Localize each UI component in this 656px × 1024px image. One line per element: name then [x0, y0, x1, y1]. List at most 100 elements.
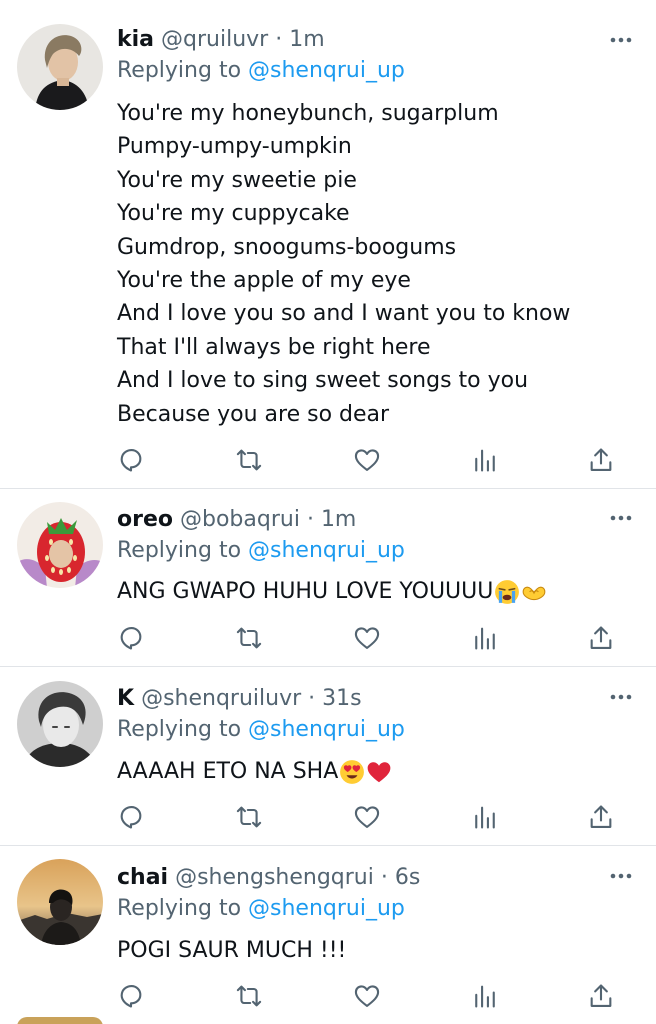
analytics-icon	[475, 627, 495, 650]
heart-hands-icon	[522, 586, 546, 601]
tweet-3[interactable]: K @shenqruiluvr · 31s Replying to @shenq…	[0, 667, 656, 846]
reply-icon	[120, 985, 142, 1008]
tweet-actions	[0, 624, 656, 654]
tweet-text-content: AAAAH ETO NA SHA	[117, 759, 339, 784]
reply-button[interactable]	[117, 982, 145, 1010]
like-icon	[354, 449, 380, 471]
analytics-button[interactable]	[471, 624, 499, 652]
tweet-text-line: POGI SAUR MUCH !!!	[117, 938, 347, 963]
tweet-2[interactable]: oreo @bobaqrui · 1m Replying to @shenqru…	[0, 489, 656, 667]
reply-icon	[120, 627, 142, 650]
avatar[interactable]	[17, 859, 103, 945]
like-button[interactable]	[353, 803, 381, 831]
retweet-icon	[236, 985, 262, 1007]
like-icon	[354, 627, 380, 649]
user-handle[interactable]: @bobaqrui	[180, 507, 300, 532]
tweet-header: K @shenqruiluvr · 31s	[117, 683, 636, 715]
retweet-button[interactable]	[235, 982, 263, 1010]
tweet-text-line: You're my sweetie pie	[117, 167, 357, 193]
avatar[interactable]	[17, 681, 103, 767]
avatar[interactable]	[17, 502, 103, 588]
red-heart-icon	[367, 762, 391, 783]
analytics-button[interactable]	[471, 982, 499, 1010]
like-button[interactable]	[353, 624, 381, 652]
share-button[interactable]	[587, 624, 615, 652]
timestamp[interactable]: 6s	[395, 865, 420, 890]
tweet-text-line: You're my honeybunch, sugarplum	[117, 101, 499, 126]
analytics-icon	[475, 806, 495, 829]
like-icon	[354, 985, 380, 1007]
reply-feed: kia @qruiluvr · 1m Replying to @shenqrui…	[0, 0, 656, 1024]
reply-button[interactable]	[117, 446, 145, 474]
retweet-button[interactable]	[235, 624, 263, 652]
analytics-button[interactable]	[471, 446, 499, 474]
replying-to-mention[interactable]: @shenqrui_up	[248, 717, 405, 742]
share-icon	[590, 805, 612, 828]
tweet-text: AAAAH ETO NA SHA	[117, 755, 636, 788]
share-icon	[590, 984, 612, 1007]
tweet-text-line: And I love you so and I want you to know	[117, 301, 571, 327]
retweet-icon	[236, 627, 262, 649]
display-name[interactable]: K	[117, 686, 134, 711]
share-button[interactable]	[587, 446, 615, 474]
tweet-header: chai @shengshengqrui · 6s	[117, 862, 636, 894]
analytics-icon	[475, 985, 495, 1008]
display-name[interactable]: chai	[117, 865, 168, 890]
tweet-actions	[0, 446, 656, 476]
next-tweet-avatar-peek	[17, 1017, 103, 1024]
retweet-button[interactable]	[235, 446, 263, 474]
tweet-text: You're my honeybunch, sugarplum Pumpy-um…	[117, 97, 636, 431]
person-profile-avatar-image	[17, 24, 103, 110]
tweet-header: oreo @bobaqrui · 1m	[117, 504, 636, 536]
replying-to-mention[interactable]: @shenqrui_up	[248, 58, 405, 83]
tweet-text-line: Pumpy-umpy-umpkin	[117, 134, 352, 160]
tweet-1[interactable]: kia @qruiluvr · 1m Replying to @shenqrui…	[0, 0, 656, 489]
loudly-crying-face-icon	[495, 580, 520, 604]
tweet-text-line: That I'll always be right here	[117, 334, 431, 360]
replying-to-line: Replying to @shenqrui_up	[117, 894, 636, 924]
user-handle[interactable]: @qruiluvr	[161, 27, 268, 52]
more-options-icon[interactable]	[610, 35, 632, 45]
timestamp[interactable]: 1m	[321, 507, 356, 532]
like-icon	[354, 806, 380, 828]
tweet-text-line: Because you are so dear	[117, 401, 390, 427]
replying-to-mention[interactable]: @shenqrui_up	[248, 896, 405, 921]
more-options-icon[interactable]	[610, 871, 632, 881]
timestamp[interactable]: 1m	[289, 27, 324, 52]
more-options-icon[interactable]	[610, 692, 632, 702]
like-button[interactable]	[353, 982, 381, 1010]
display-name[interactable]: kia	[117, 27, 154, 52]
heart-eyes-face-icon	[340, 760, 365, 784]
retweet-icon	[236, 449, 262, 471]
tweet-text: ANG GWAPO HUHU LOVE YOUUUU	[117, 575, 636, 608]
avatar[interactable]	[17, 24, 103, 110]
reply-icon	[120, 449, 142, 472]
monochrome-portrait-avatar-image	[17, 681, 103, 767]
reply-button[interactable]	[117, 803, 145, 831]
share-icon	[590, 448, 612, 471]
more-options-icon[interactable]	[610, 513, 632, 523]
reply-button[interactable]	[117, 624, 145, 652]
share-button[interactable]	[587, 982, 615, 1010]
strawberry-hat-avatar-image	[17, 502, 103, 588]
retweet-button[interactable]	[235, 803, 263, 831]
separator-dot: ·	[308, 686, 316, 711]
tweet-4[interactable]: chai @shengshengqrui · 6s Replying to @s…	[0, 846, 656, 1024]
like-button[interactable]	[353, 446, 381, 474]
timestamp[interactable]: 31s	[322, 686, 361, 711]
share-button[interactable]	[587, 803, 615, 831]
replying-to-mention[interactable]: @shenqrui_up	[248, 538, 405, 563]
user-handle[interactable]: @shengshengqrui	[175, 865, 374, 890]
analytics-button[interactable]	[471, 803, 499, 831]
separator-dot: ·	[380, 865, 388, 890]
replying-to-line: Replying to @shenqrui_up	[117, 536, 636, 566]
share-icon	[590, 626, 612, 649]
sunset-silhouette-avatar-image	[17, 859, 103, 945]
replying-to-label: Replying to	[117, 717, 242, 742]
display-name[interactable]: oreo	[117, 507, 173, 532]
tweet-text: POGI SAUR MUCH !!!	[117, 934, 636, 967]
user-handle[interactable]: @shenqruiluvr	[141, 686, 301, 711]
tweet-text-line: ANG GWAPO HUHU LOVE YOUUUU	[117, 575, 636, 608]
separator-dot: ·	[306, 507, 314, 532]
tweet-text-line: AAAAH ETO NA SHA	[117, 755, 636, 788]
